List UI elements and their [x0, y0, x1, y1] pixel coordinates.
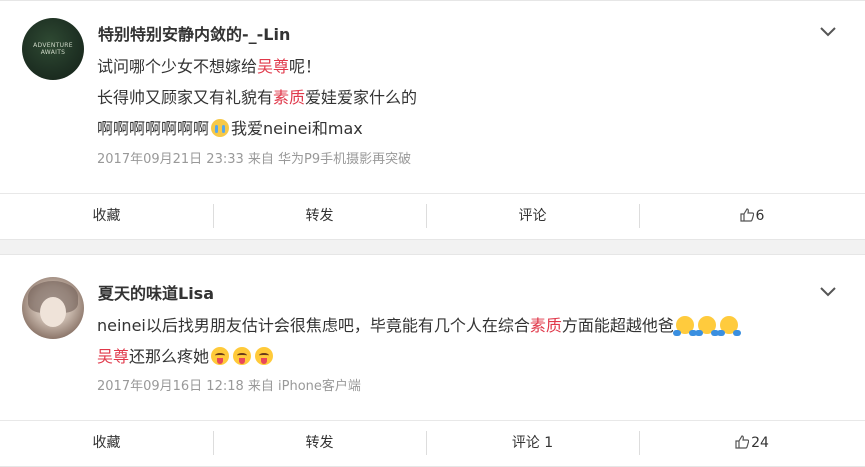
text-segment: 还那么疼她	[129, 347, 210, 366]
crying-emoji-icon	[211, 119, 230, 137]
repost-button[interactable]: 转发	[213, 421, 426, 465]
repost-button[interactable]: 转发	[213, 194, 426, 238]
post-meta: 2017年09月21日 23:33 来自 华为P9手机摄影再突破	[97, 152, 412, 167]
post-text-line-2: 长得帅又顾家又有礼貌有素质爱娃爱家什么的	[97, 84, 417, 108]
comment-button[interactable]: 评论	[426, 194, 639, 238]
text-segment: neinei以后找男朋友估计会很焦虑吧，毕竟能有几个人在综合	[97, 316, 530, 335]
highlighted-keyword[interactable]: 吴尊	[257, 57, 289, 76]
hug-emoji-icon	[694, 316, 719, 336]
text-segment: 啊啊啊啊啊啊啊	[97, 119, 210, 138]
highlighted-keyword[interactable]: 素质	[273, 88, 305, 107]
username[interactable]: 夏天的味道Lisa	[98, 280, 214, 304]
thumbs-up-icon	[735, 435, 750, 449]
text-segment: 长得帅又顾家又有礼貌有	[97, 88, 274, 107]
like-button[interactable]: 6	[639, 194, 865, 238]
post-card: 夏天的味道Lisa neinei以后找男朋友估计会很焦虑吧，毕竟能有几个人在综合…	[0, 254, 865, 467]
like-count: 6	[755, 208, 765, 224]
avatar[interactable]: ADVENTURE AWAITS	[22, 18, 84, 80]
post-text-line-2: 吴尊还那么疼她	[97, 343, 275, 367]
like-button[interactable]: 24	[639, 421, 865, 465]
hug-emoji-icon	[672, 316, 697, 336]
action-bar: 收藏 转发 评论 6	[0, 193, 865, 238]
highlighted-keyword[interactable]: 素质	[530, 316, 562, 335]
highlighted-keyword[interactable]: 吴尊	[97, 347, 129, 366]
username[interactable]: 特别特别安静内敛的-_-Lin	[98, 21, 290, 45]
text-segment: 爱娃爱家什么的	[305, 88, 418, 107]
text-segment: 试问哪个少女不想嫁给	[97, 57, 258, 76]
comment-button[interactable]: 评论 1	[426, 421, 639, 465]
chevron-down-icon[interactable]	[819, 285, 837, 297]
text-segment: 呢！	[289, 57, 322, 76]
avatar-logo-text: ADVENTURE AWAITS	[33, 42, 73, 56]
tongue-emoji-icon	[211, 347, 230, 365]
post-text-line-1: neinei以后找男朋友估计会很焦虑吧，毕竟能有几个人在综合素质方面能超越他爸	[97, 312, 741, 336]
post-text-line-3: 啊啊啊啊啊啊啊 我爱neinei和max	[97, 115, 363, 139]
tongue-emoji-icon	[233, 347, 252, 365]
avatar[interactable]	[22, 277, 84, 339]
post-card: ADVENTURE AWAITS 特别特别安静内敛的-_-Lin 试问哪个少女不…	[0, 0, 865, 240]
favorite-button[interactable]: 收藏	[0, 421, 213, 465]
thumbs-up-icon	[739, 208, 754, 222]
tongue-emoji-icon	[255, 347, 274, 365]
like-count: 24	[751, 435, 769, 451]
action-bar: 收藏 转发 评论 1 24	[0, 420, 865, 465]
hug-emoji-icon	[716, 316, 741, 336]
text-segment: 方面能超越他爸	[561, 316, 674, 335]
favorite-button[interactable]: 收藏	[0, 194, 213, 238]
text-segment: 我爱neinei和max	[231, 119, 363, 138]
post-meta: 2017年09月16日 12:18 来自 iPhone客户端	[97, 379, 361, 394]
chevron-down-icon[interactable]	[819, 25, 837, 37]
post-text-line-1: 试问哪个少女不想嫁给吴尊呢！	[97, 53, 321, 77]
avatar-face	[40, 297, 66, 327]
